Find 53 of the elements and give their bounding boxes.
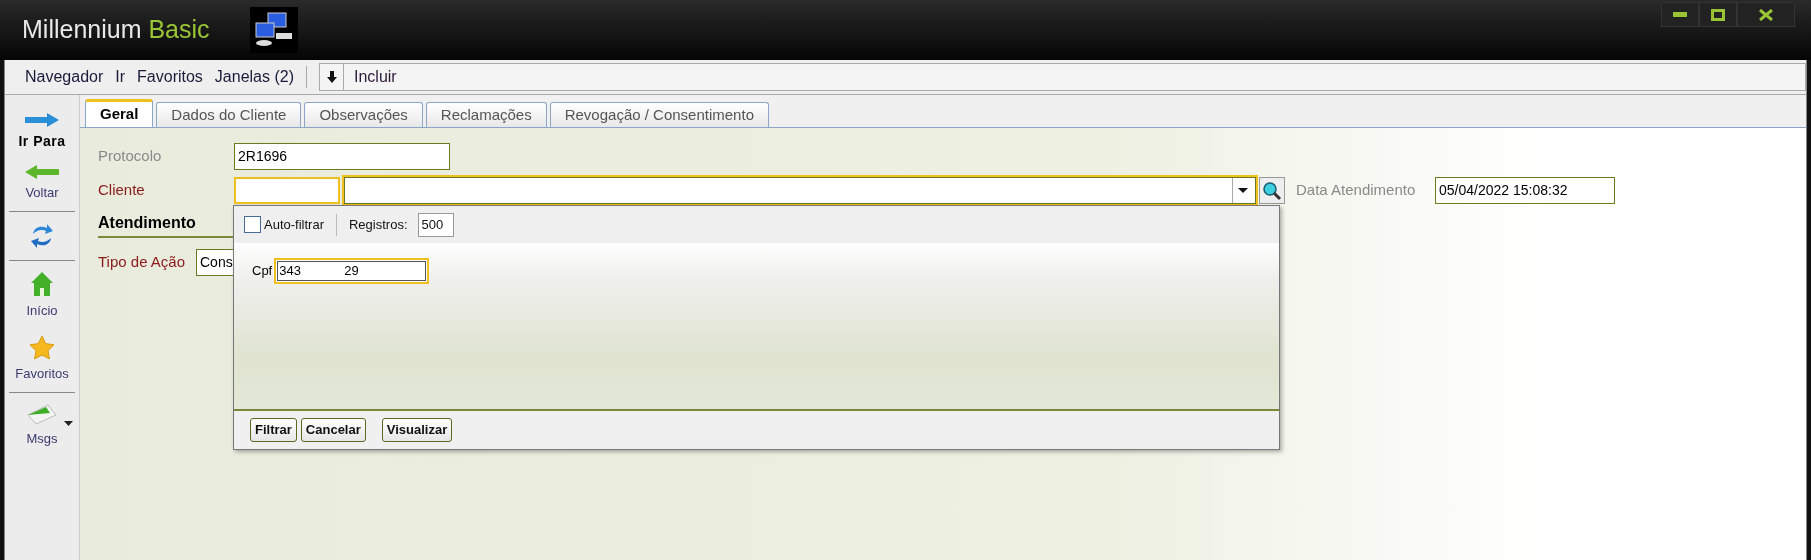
menu-item[interactable]: Janelas (2) — [214, 65, 294, 89]
maximize-button[interactable] — [1699, 2, 1737, 27]
caret-icon[interactable] — [64, 421, 73, 426]
arrow-right-icon — [25, 113, 59, 127]
data-atendimento-label: Data Atendimento — [1296, 180, 1417, 201]
search-button[interactable] — [1259, 177, 1285, 204]
search-icon — [1262, 180, 1282, 201]
client-code-field[interactable] — [234, 177, 340, 204]
registros-field[interactable]: 500 — [417, 212, 454, 237]
minimize-icon — [1673, 12, 1687, 17]
tipo-acao-label: Tipo de Ação — [98, 252, 186, 273]
popup-button[interactable]: Filtrar — [250, 418, 297, 442]
cpf-label: Cpf — [252, 262, 273, 281]
data-atendimento-field[interactable]: 05/04/2022 15:08:32 — [1435, 177, 1615, 204]
registros-label: Registros: — [348, 215, 408, 234]
tab[interactable]: Reclamações — [425, 102, 547, 127]
protocolo-field[interactable]: 2R1696 — [234, 143, 450, 170]
window-title: Millennium Basic — [22, 14, 210, 46]
computers-icon — [249, 7, 298, 53]
arrow-left-icon — [25, 165, 59, 179]
star-icon — [29, 335, 55, 360]
tab[interactable]: Revogação / Consentimento — [549, 102, 769, 127]
sidebar-label[interactable]: Início — [26, 303, 58, 319]
menu-item[interactable]: Favoritos — [137, 65, 203, 89]
checkbox[interactable] — [244, 216, 261, 233]
section-heading: Atendimento — [98, 214, 196, 231]
checkbox-label[interactable]: Auto-filtrar — [264, 214, 324, 235]
minimize-button[interactable] — [1661, 2, 1699, 27]
menu-item[interactable]: Ir — [115, 65, 126, 89]
cliente-label: Cliente — [98, 180, 146, 201]
tab[interactable]: Observações — [304, 102, 423, 127]
sidebar-label[interactable]: Msgs — [26, 431, 58, 447]
close-button[interactable] — [1737, 2, 1795, 27]
close-icon — [1759, 8, 1773, 21]
tab[interactable]: Geral — [85, 99, 154, 127]
envelope-icon — [26, 403, 58, 425]
popup-button[interactable]: Cancelar — [300, 418, 366, 442]
house-icon — [30, 271, 54, 297]
tipo-acao-field[interactable]: Cons — [196, 249, 236, 276]
cpf-field[interactable]: 343 29 — [274, 258, 430, 284]
sidebar-label[interactable]: Favoritos — [15, 366, 69, 382]
incluir-button[interactable]: Incluir — [354, 65, 397, 89]
tab[interactable]: Dados do Cliente — [156, 102, 302, 127]
sidebar-label[interactable]: Ir Para — [18, 133, 66, 149]
protocolo-label: Protocolo — [98, 146, 163, 167]
maximize-icon — [1711, 8, 1725, 21]
menu-item[interactable]: Navegador — [25, 65, 104, 89]
popup-button[interactable]: Visualizar — [381, 418, 453, 442]
sidebar-label[interactable]: Voltar — [25, 185, 59, 201]
client-name-combobox[interactable] — [344, 177, 1256, 204]
caret-icon — [1237, 188, 1248, 193]
refresh-icon — [30, 222, 54, 250]
arrow-down-icon — [326, 71, 337, 83]
